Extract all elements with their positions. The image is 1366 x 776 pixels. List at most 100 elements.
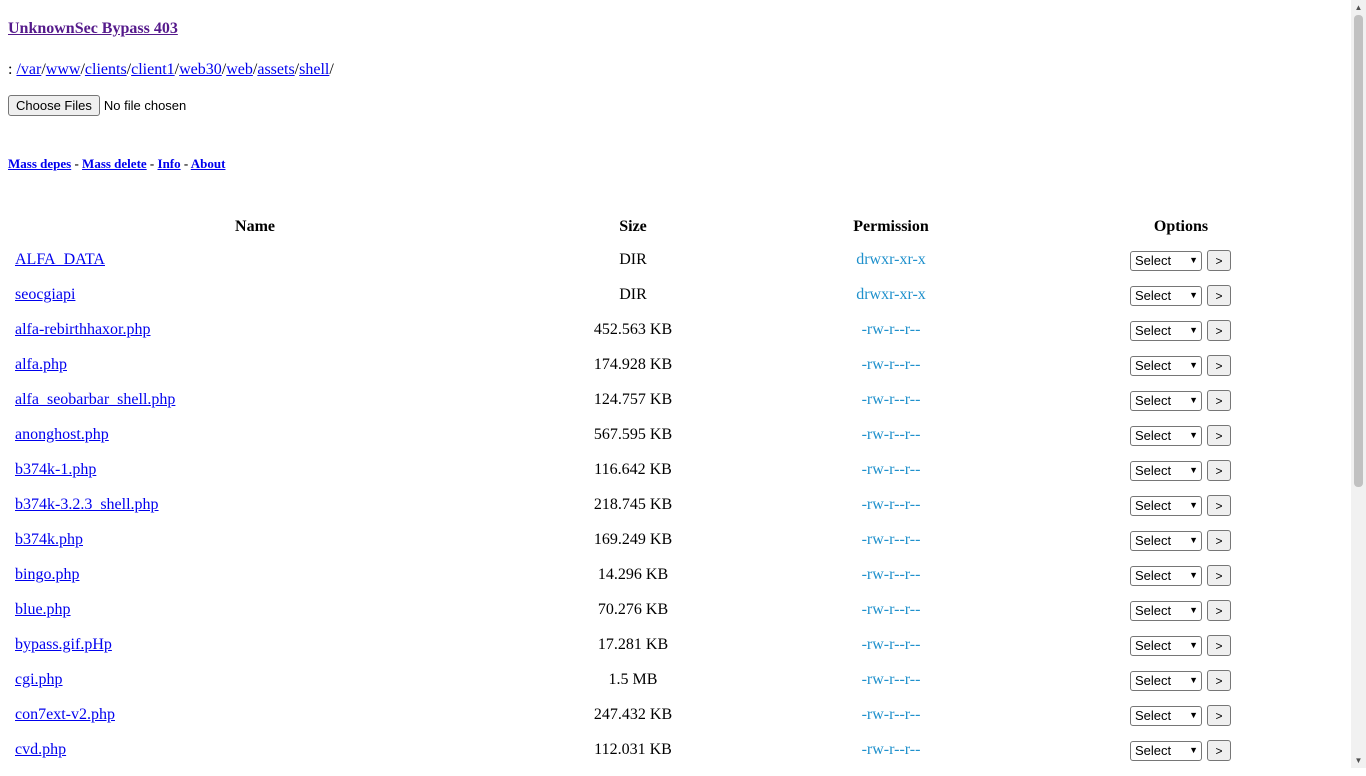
file-name-link[interactable]: b374k-1.php <box>15 461 96 479</box>
action-select[interactable]: Select ▼ <box>1130 495 1202 516</box>
menu-link-info[interactable]: Info <box>158 156 181 171</box>
vertical-scrollbar[interactable]: ▲ ▼ <box>1351 0 1366 768</box>
action-select-label: Select <box>1135 358 1172 373</box>
file-name-link[interactable]: ALFA_DATA <box>15 251 105 269</box>
go-button[interactable]: > <box>1207 635 1231 656</box>
menu-separator: - <box>180 156 191 171</box>
file-name-link[interactable]: b374k-3.2.3_shell.php <box>15 496 159 514</box>
action-select-label: Select <box>1135 463 1172 478</box>
go-button[interactable]: > <box>1207 250 1231 271</box>
file-name-link[interactable]: blue.php <box>15 601 71 619</box>
menu-link-about[interactable]: About <box>191 156 226 171</box>
go-button[interactable]: > <box>1207 390 1231 411</box>
go-button[interactable]: > <box>1207 495 1231 516</box>
action-select-label: Select <box>1135 498 1172 513</box>
file-permission[interactable]: -rw-r--r-- <box>862 531 921 549</box>
file-name-link[interactable]: con7ext-v2.php <box>15 706 115 724</box>
action-select[interactable]: Select ▼ <box>1130 600 1202 621</box>
file-size: 17.281 KB <box>597 636 669 653</box>
row-options: Select ▼ > <box>1130 530 1231 551</box>
file-permission[interactable]: drwxr-xr-x <box>856 251 926 269</box>
breadcrumb-link-assets[interactable]: assets <box>257 61 294 78</box>
file-permission[interactable]: -rw-r--r-- <box>862 601 921 619</box>
row-options: Select ▼ > <box>1130 460 1231 481</box>
file-size: 218.745 KB <box>593 496 673 513</box>
file-name-link[interactable]: alfa.php <box>15 356 67 374</box>
file-permission[interactable]: -rw-r--r-- <box>862 426 921 444</box>
chevron-down-icon: ▼ <box>1189 605 1198 615</box>
breadcrumb-link-www[interactable]: www <box>46 61 81 78</box>
action-select-label: Select <box>1135 428 1172 443</box>
breadcrumb-link-web[interactable]: web <box>226 61 253 78</box>
file-name-link[interactable]: b374k.php <box>15 531 83 549</box>
action-select[interactable]: Select ▼ <box>1130 250 1202 271</box>
action-select[interactable]: Select ▼ <box>1130 355 1202 376</box>
breadcrumb-link-web30[interactable]: web30 <box>179 61 222 78</box>
action-select[interactable]: Select ▼ <box>1130 705 1202 726</box>
file-permission[interactable]: -rw-r--r-- <box>862 671 921 689</box>
file-permission[interactable]: -rw-r--r-- <box>862 496 921 514</box>
breadcrumb-link-client1[interactable]: client1 <box>131 61 175 78</box>
action-select[interactable]: Select ▼ <box>1130 635 1202 656</box>
go-button[interactable]: > <box>1207 600 1231 621</box>
file-name-link[interactable]: anonghost.php <box>15 426 109 444</box>
action-select-label: Select <box>1135 568 1172 583</box>
table-row: seocgiapi DIR drwxr-xr-x Select ▼ > <box>0 285 1351 321</box>
action-select[interactable]: Select ▼ <box>1130 530 1202 551</box>
action-select[interactable]: Select ▼ <box>1130 670 1202 691</box>
scrollbar-thumb[interactable] <box>1354 15 1363 487</box>
file-permission[interactable]: drwxr-xr-x <box>856 286 926 304</box>
scroll-up-icon[interactable]: ▲ <box>1351 0 1366 15</box>
go-button[interactable]: > <box>1207 565 1231 586</box>
choose-files-button[interactable]: Choose Files <box>8 95 100 116</box>
row-options: Select ▼ > <box>1130 740 1231 761</box>
action-select[interactable]: Select ▼ <box>1130 390 1202 411</box>
go-button[interactable]: > <box>1207 285 1231 306</box>
go-button[interactable]: > <box>1207 670 1231 691</box>
file-size: 1.5 MB <box>608 671 658 688</box>
go-button[interactable]: > <box>1207 355 1231 376</box>
breadcrumb-link-clients[interactable]: clients <box>85 61 127 78</box>
file-permission[interactable]: -rw-r--r-- <box>862 461 921 479</box>
action-select[interactable]: Select ▼ <box>1130 460 1202 481</box>
file-name-link[interactable]: alfa-rebirthhaxor.php <box>15 321 151 339</box>
go-button[interactable]: > <box>1207 425 1231 446</box>
file-name-link[interactable]: cvd.php <box>15 741 66 759</box>
row-options: Select ▼ > <box>1130 565 1231 586</box>
go-button[interactable]: > <box>1207 740 1231 761</box>
menu-link-mass-delete[interactable]: Mass delete <box>82 156 147 171</box>
file-name-link[interactable]: seocgiapi <box>15 286 75 304</box>
breadcrumb-link-var[interactable]: /var <box>16 61 41 78</box>
action-select[interactable]: Select ▼ <box>1130 565 1202 586</box>
file-name-link[interactable]: alfa_seobarbar_shell.php <box>15 391 175 409</box>
file-permission[interactable]: -rw-r--r-- <box>862 566 921 584</box>
action-select[interactable]: Select ▼ <box>1130 320 1202 341</box>
file-permission[interactable]: -rw-r--r-- <box>862 636 921 654</box>
page-title-link[interactable]: UnknownSec Bypass 403 <box>8 20 178 38</box>
table-row: alfa.php 174.928 KB -rw-r--r-- Select ▼ > <box>0 355 1351 391</box>
file-permission[interactable]: -rw-r--r-- <box>862 321 921 339</box>
file-name-link[interactable]: bypass.gif.pHp <box>15 636 112 654</box>
chevron-down-icon: ▼ <box>1189 710 1198 720</box>
action-select[interactable]: Select ▼ <box>1130 285 1202 306</box>
file-permission[interactable]: -rw-r--r-- <box>862 356 921 374</box>
file-permission[interactable]: -rw-r--r-- <box>862 391 921 409</box>
action-select-label: Select <box>1135 323 1172 338</box>
scroll-down-icon[interactable]: ▼ <box>1351 753 1366 768</box>
breadcrumb-link-shell[interactable]: shell <box>299 61 329 78</box>
file-name-link[interactable]: bingo.php <box>15 566 79 584</box>
go-button[interactable]: > <box>1207 460 1231 481</box>
file-permission[interactable]: -rw-r--r-- <box>862 741 921 759</box>
file-permission[interactable]: -rw-r--r-- <box>862 706 921 724</box>
table-row: alfa-rebirthhaxor.php 452.563 KB -rw-r--r-… <box>0 320 1351 356</box>
file-name-link[interactable]: cgi.php <box>15 671 63 689</box>
go-button[interactable]: > <box>1207 705 1231 726</box>
page: UnknownSec Bypass 403 : /var/www/clients… <box>0 0 1351 768</box>
table-row: ALFA_DATA DIR drwxr-xr-x Select ▼ > <box>0 250 1351 286</box>
go-button[interactable]: > <box>1207 320 1231 341</box>
action-select[interactable]: Select ▼ <box>1130 425 1202 446</box>
action-select[interactable]: Select ▼ <box>1130 740 1202 761</box>
chevron-down-icon: ▼ <box>1189 465 1198 475</box>
menu-link-mass-depes[interactable]: Mass depes <box>8 156 71 171</box>
go-button[interactable]: > <box>1207 530 1231 551</box>
